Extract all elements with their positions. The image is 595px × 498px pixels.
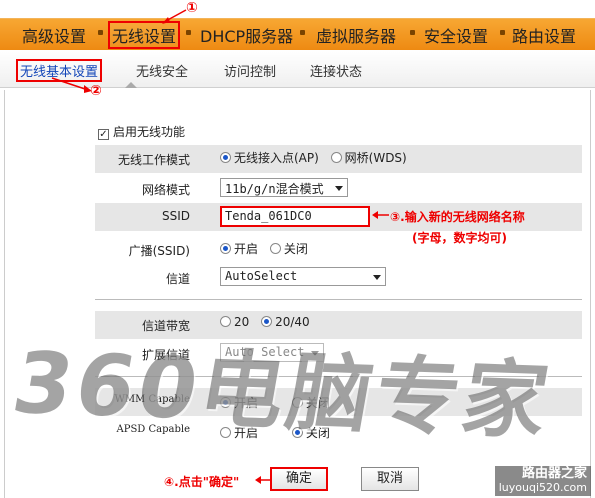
site-watermark-url: luyouqi520.com	[498, 481, 587, 494]
ssid-input[interactable]: Tenda_061DC0	[220, 206, 370, 227]
annotation-arrow-3	[372, 211, 389, 219]
bw-2040-radio[interactable]	[261, 316, 273, 327]
broadcast-on-label: 开启	[234, 242, 259, 256]
broadcast-row: 广播(SSID) 开启 关闭	[95, 236, 582, 264]
nav-security-settings[interactable]: 安全设置	[424, 23, 488, 47]
network-mode-control: 11b/g/n混合模式	[220, 178, 348, 197]
network-mode-label: 网络模式	[141, 183, 190, 197]
top-nav: 高级设置 无线设置 DHCP服务器 虚拟服务器 安全设置 路由设置	[0, 18, 595, 50]
annotation-note-3: ③.输入新的无线网络名称	[390, 210, 525, 224]
nav-virtual-server[interactable]: 虚拟服务器	[316, 23, 396, 47]
cancel-button[interactable]: 取消	[361, 467, 419, 491]
wmm-off-label: 关闭	[305, 396, 330, 410]
channel-label: 信道	[165, 272, 190, 286]
nav-separator	[410, 30, 415, 35]
bandwidth-options: 20 20/40	[220, 315, 318, 329]
mode-ap-label: 无线接入点(AP)	[234, 151, 319, 165]
apsd-off-radio[interactable]	[291, 427, 303, 438]
nav-separator	[300, 30, 305, 35]
apsd-options: 开启 关闭	[220, 424, 338, 441]
network-mode-select[interactable]: 11b/g/n混合模式	[220, 178, 348, 197]
chevron-down-icon	[335, 186, 343, 191]
bandwidth-row: 信道带宽 20 20/40	[95, 311, 582, 339]
enable-wireless-label: 启用无线功能	[113, 125, 186, 139]
channel-value: AutoSelect	[225, 269, 298, 283]
enable-wireless-checkbox[interactable]: ✓	[98, 129, 109, 140]
bw-20-label: 20	[234, 315, 250, 329]
broadcast-off-label: 关闭	[283, 242, 308, 256]
nav-separator	[98, 30, 103, 35]
network-mode-row: 网络模式 11b/g/n混合模式	[95, 175, 582, 203]
ext-channel-select[interactable]: Auto Select	[220, 343, 324, 362]
broadcast-options: 开启 关闭	[220, 240, 316, 257]
ext-channel-row: 扩展信道 Auto Select	[95, 340, 582, 368]
mode-ap-radio[interactable]	[220, 152, 231, 163]
wmm-label: WMM Capable	[114, 394, 190, 405]
nav-separator	[186, 30, 191, 35]
wireless-mode-label: 无线工作模式	[117, 153, 190, 167]
apsd-on-radio[interactable]	[220, 427, 231, 438]
annotation-note-4: ④.点击"确定"	[164, 475, 240, 489]
section-divider	[95, 299, 582, 300]
channel-select[interactable]: AutoSelect	[220, 267, 386, 286]
wmm-row: WMM Capable 开启 关闭	[95, 388, 582, 416]
network-mode-value: 11b/g/n混合模式	[225, 182, 324, 196]
channel-control: AutoSelect	[220, 267, 386, 286]
nav-dhcp-server[interactable]: DHCP服务器	[200, 23, 293, 47]
ssid-control: Tenda_061DC0	[220, 206, 370, 227]
bandwidth-label: 信道带宽	[141, 319, 190, 333]
site-watermark-name: 路由器之家	[521, 466, 587, 481]
ext-channel-label: 扩展信道	[141, 348, 190, 362]
apsd-row: APSD Capable 开启 关闭	[95, 418, 582, 446]
nav-advanced-settings[interactable]: 高级设置	[22, 23, 86, 47]
wmm-on-label: 开启	[234, 396, 259, 410]
broadcast-off-radio[interactable]	[269, 243, 281, 254]
tab-connection-status[interactable]: 连接状态	[310, 61, 362, 80]
annotation-arrow-1	[162, 9, 187, 24]
enable-wireless-row: ✓ 启用无线功能	[98, 123, 185, 140]
tab-access-control[interactable]: 访问控制	[224, 61, 276, 80]
chevron-down-icon	[311, 351, 319, 356]
chevron-down-icon	[373, 275, 381, 280]
mode-wds-radio[interactable]	[330, 152, 342, 163]
section-divider	[95, 376, 582, 377]
wireless-mode-options: 无线接入点(AP) 网桥(WDS)	[220, 149, 415, 166]
wmm-on-radio[interactable]	[220, 397, 231, 408]
apsd-on-label: 开启	[234, 426, 259, 440]
nav-separator	[500, 30, 505, 35]
wireless-mode-row: 无线工作模式 无线接入点(AP) 网桥(WDS)	[95, 145, 582, 173]
nav-routing-settings[interactable]: 路由设置	[512, 23, 576, 47]
channel-row: 信道 AutoSelect	[95, 264, 582, 292]
apsd-off-label: 关闭	[305, 426, 330, 440]
ext-channel-value: Auto Select	[225, 345, 305, 359]
ext-channel-control: Auto Select	[220, 343, 324, 362]
broadcast-label: 广播(SSID)	[128, 244, 190, 258]
broadcast-on-radio[interactable]	[220, 243, 231, 254]
bw-2040-label: 20/40	[275, 315, 310, 329]
confirm-button[interactable]: 确定	[270, 467, 328, 491]
mode-wds-label: 网桥(WDS)	[344, 151, 407, 165]
wmm-options: 开启 关闭	[220, 394, 338, 411]
bw-20-radio[interactable]	[220, 316, 231, 327]
apsd-label: APSD Capable	[116, 424, 191, 435]
wmm-off-radio[interactable]	[291, 397, 303, 408]
tab-wireless-security[interactable]: 无线安全	[136, 61, 188, 80]
ssid-label: SSID	[161, 209, 190, 223]
site-watermark: 路由器之家 luyouqi520.com	[494, 466, 591, 496]
active-tab-caret	[125, 82, 137, 88]
